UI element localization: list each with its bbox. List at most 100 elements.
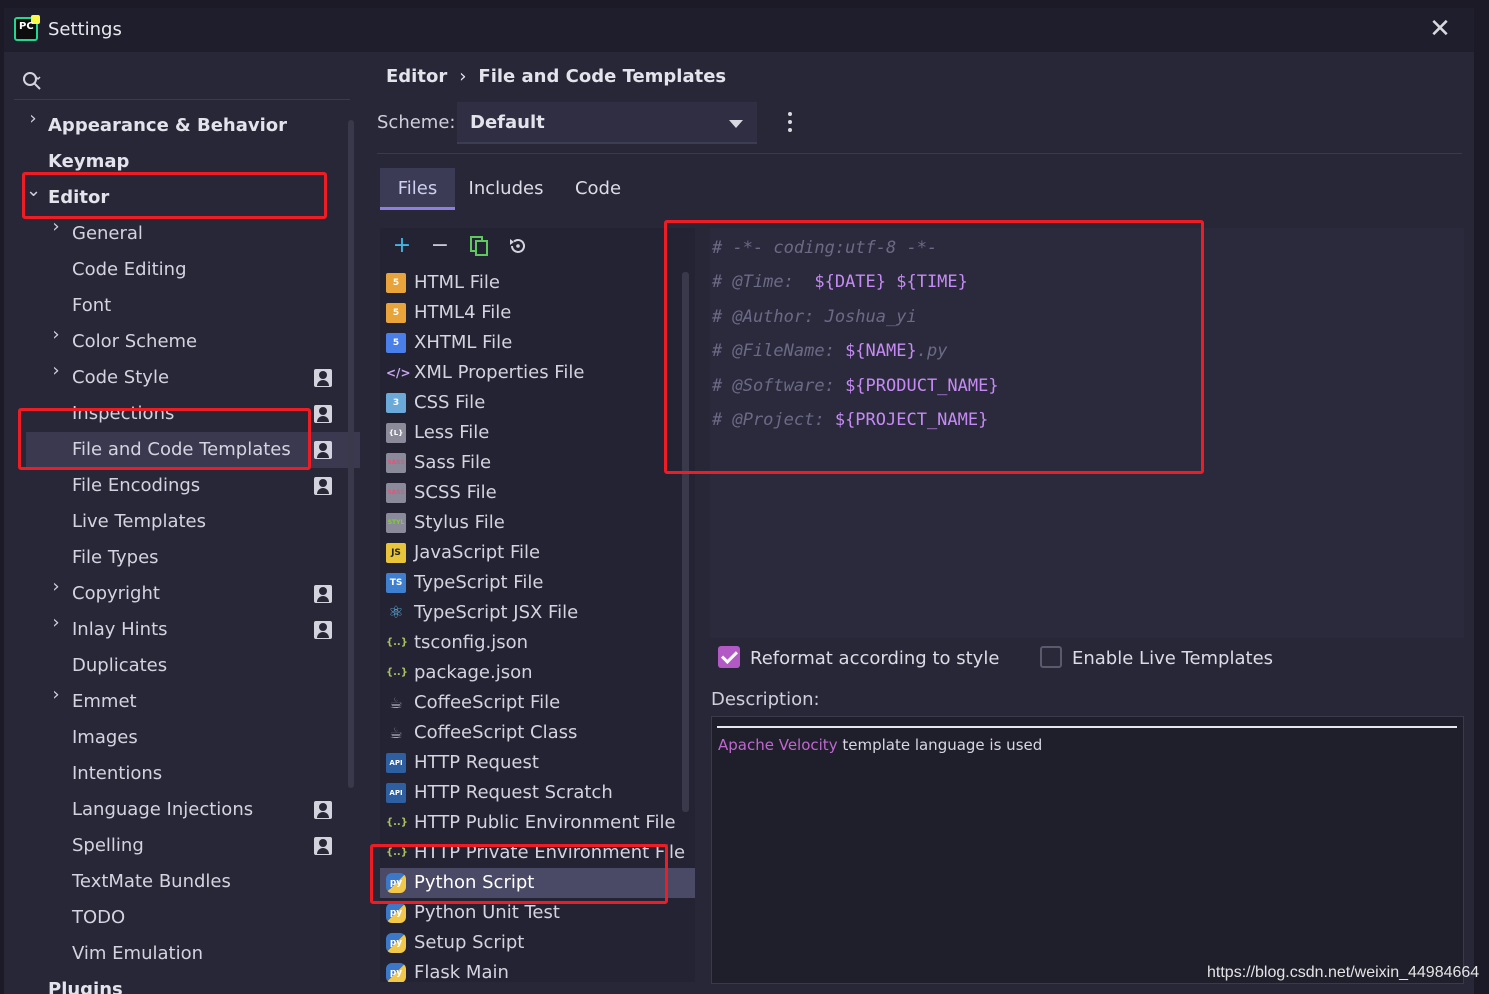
project-scope-icon <box>314 405 332 423</box>
project-scope-icon <box>314 477 332 495</box>
annotation-box <box>370 844 668 904</box>
list-item-html4-file[interactable]: 5 HTML4 File <box>380 298 695 328</box>
list-item-css-file[interactable]: 3 CSS File <box>380 388 695 418</box>
dropdown-caret-icon <box>729 120 743 128</box>
list-item-setup-script[interactable]: py Setup Script <box>380 928 695 958</box>
nav-item-todo[interactable]: TODO <box>72 900 125 936</box>
nav-item-appearance-behavior[interactable]: Appearance & Behavior <box>48 108 287 144</box>
list-item-tsconfig-json[interactable]: {..} tsconfig.json <box>380 628 695 658</box>
nav-item-code-editing[interactable]: Code Editing <box>72 252 187 288</box>
coffeescript-icon: ☕ <box>389 694 403 712</box>
chevron-right-icon[interactable]: › <box>26 108 40 144</box>
chevron-right-icon[interactable]: › <box>49 684 63 720</box>
coffeescript-icon: ☕ <box>389 724 403 742</box>
description-rule <box>717 726 1457 728</box>
stylus-icon: STYL <box>386 513 406 533</box>
api-icon: API <box>386 783 406 803</box>
list-item-coffeescript-file[interactable]: ☕ CoffeeScript File <box>380 688 695 718</box>
nav-item-inlay-hints[interactable]: Inlay Hints <box>72 612 168 648</box>
annotation-box <box>22 172 327 219</box>
more-options-icon[interactable] <box>784 110 798 136</box>
live-templates-checkbox[interactable] <box>1040 646 1062 668</box>
add-icon[interactable]: + <box>391 235 413 257</box>
apache-velocity-link[interactable]: Apache Velocity <box>718 736 838 754</box>
list-item-package-json[interactable]: {..} package.json <box>380 658 695 688</box>
nav-item-vim-emulation[interactable]: Vim Emulation <box>72 936 203 972</box>
nav-item-emmet[interactable]: Emmet <box>72 684 137 720</box>
scheme-dropdown[interactable]: Default <box>457 102 757 144</box>
close-button[interactable]: ✕ <box>1428 14 1452 44</box>
nav-item-font[interactable]: Font <box>72 288 111 324</box>
description-text: Apache Velocity template language is use… <box>718 736 1043 754</box>
reset-icon[interactable] <box>507 235 529 257</box>
breadcrumb-parent[interactable]: Editor <box>386 66 447 87</box>
nav-item-duplicates[interactable]: Duplicates <box>72 648 167 684</box>
xhtml-icon: 5 <box>386 333 406 353</box>
live-templates-label[interactable]: Enable Live Templates <box>1072 648 1273 669</box>
list-item-http-request-scratch[interactable]: API HTTP Request Scratch <box>380 778 695 808</box>
less-icon: {L} <box>386 423 406 443</box>
tab-code[interactable]: Code <box>566 168 630 210</box>
python-icon: py <box>386 903 406 923</box>
description-panel: Apache Velocity template language is use… <box>711 716 1464 984</box>
chevron-right-icon[interactable]: › <box>49 576 63 612</box>
nav-item-file-encodings[interactable]: File Encodings <box>72 468 200 504</box>
tab-includes[interactable]: Includes <box>465 168 547 210</box>
list-item-coffeescript-class[interactable]: ☕ CoffeeScript Class <box>380 718 695 748</box>
chevron-right-icon[interactable]: › <box>49 612 63 648</box>
list-item-html-file[interactable]: 5 HTML File <box>380 268 695 298</box>
project-scope-icon <box>314 441 332 459</box>
nav-item-color-scheme[interactable]: Color Scheme <box>72 324 197 360</box>
list-item-stylus-file[interactable]: STYL Stylus File <box>380 508 695 538</box>
nav-item-intentions[interactable]: Intentions <box>72 756 162 792</box>
list-item-flask-main[interactable]: py Flask Main <box>380 958 695 982</box>
nav-scrollbar[interactable] <box>348 120 354 788</box>
nav-item-language-injections[interactable]: Language Injections <box>72 792 253 828</box>
scss-icon: SASS <box>386 483 406 503</box>
tab-files[interactable]: Files <box>380 168 455 210</box>
settings-search-input[interactable] <box>14 64 350 100</box>
nav-item-live-templates[interactable]: Live Templates <box>72 504 206 540</box>
project-scope-icon <box>314 801 332 819</box>
list-item-xhtml-file[interactable]: 5 XHTML File <box>380 328 695 358</box>
list-item-javascript-file[interactable]: JS JavaScript File <box>380 538 695 568</box>
nav-item-code-style[interactable]: Code Style <box>72 360 169 396</box>
breadcrumb-current: File and Code Templates <box>478 66 727 87</box>
settings-window: PC Settings ✕ › Appearance & Behavior Ke… <box>4 8 1474 994</box>
list-item-http-request[interactable]: API HTTP Request <box>380 748 695 778</box>
list-item-xml-properties-file[interactable]: </> XML Properties File <box>380 358 695 388</box>
scheme-value: Default <box>470 112 545 133</box>
chevron-right-icon[interactable]: › <box>49 360 63 396</box>
xml-tag-icon: </> <box>386 366 411 380</box>
remove-icon[interactable]: − <box>429 235 451 257</box>
nav-item-images[interactable]: Images <box>72 720 138 756</box>
scheme-label: Scheme: <box>377 112 456 133</box>
nav-item-general[interactable]: General <box>72 216 143 252</box>
annotation-box <box>18 408 311 470</box>
list-item-typescript-file[interactable]: TS TypeScript File <box>380 568 695 598</box>
list-item-typescript-jsx-file[interactable]: ⚛ TypeScript JSX File <box>380 598 695 628</box>
chevron-right-icon[interactable]: › <box>49 324 63 360</box>
copy-icon[interactable] <box>468 235 490 257</box>
nav-item-file-types[interactable]: File Types <box>72 540 159 576</box>
nav-item-textmate-bundles[interactable]: TextMate Bundles <box>72 864 231 900</box>
css-icon: 3 <box>386 393 406 413</box>
list-item-sass-file[interactable]: SASS Sass File <box>380 448 695 478</box>
list-item-scss-file[interactable]: SASS SCSS File <box>380 478 695 508</box>
list-item-http-public-environment-file[interactable]: {..} HTTP Public Environment File <box>380 808 695 838</box>
project-scope-icon <box>314 621 332 639</box>
javascript-icon: JS <box>386 543 406 563</box>
python-icon: py <box>386 963 406 982</box>
annotation-box <box>664 220 1204 474</box>
list-item-less-file[interactable]: {L} Less File <box>380 418 695 448</box>
api-icon: API <box>386 753 406 773</box>
chevron-right-icon[interactable]: › <box>49 216 63 252</box>
window-title: Settings <box>48 19 122 40</box>
nav-item-spelling[interactable]: Spelling <box>72 828 144 864</box>
pycharm-app-icon: PC <box>14 15 40 41</box>
nav-item-copyright[interactable]: Copyright <box>72 576 160 612</box>
nav-item-plugins[interactable]: Plugins <box>48 972 123 994</box>
reformat-label[interactable]: Reformat according to style <box>750 648 999 669</box>
reformat-checkbox[interactable] <box>718 646 740 668</box>
watermark: https://blog.csdn.net/weixin_44984664 <box>1207 964 1480 981</box>
